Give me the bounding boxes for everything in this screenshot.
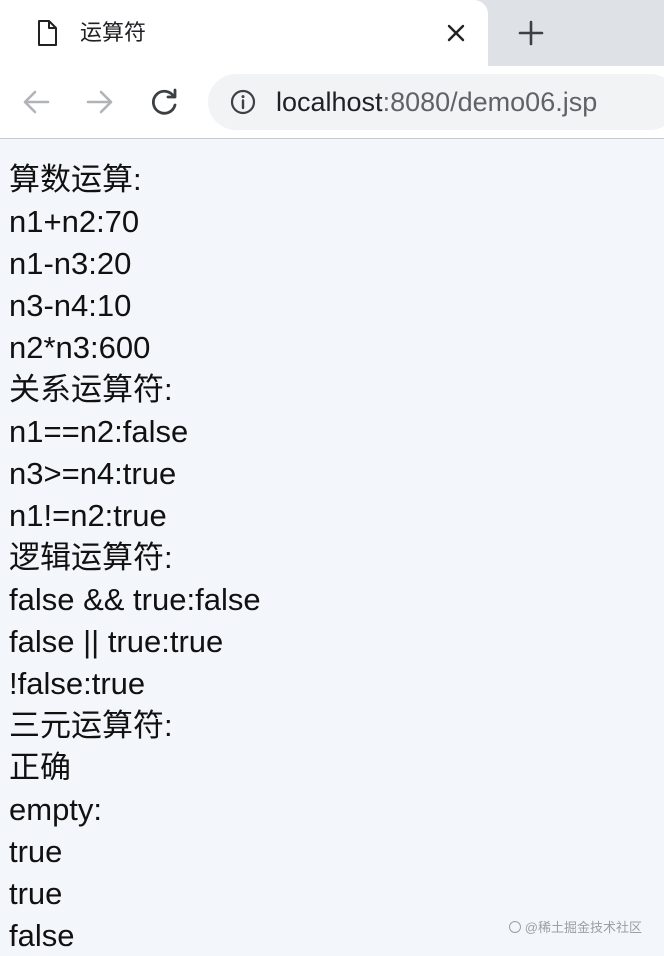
output-line: true [9, 834, 63, 869]
arrow-left-icon[interactable] [18, 84, 54, 120]
watermark: @稀土掘金技术社区 [508, 917, 642, 936]
output-line: true [9, 876, 63, 911]
output-line: n1!=n2:true [9, 498, 167, 533]
tab-active[interactable]: 运算符 [0, 0, 488, 66]
tab-title: 运算符 [80, 20, 147, 45]
plus-icon[interactable] [515, 17, 547, 49]
page-content: 算数运算: n1+n2:70 n1-n3:20 n3-n4:10 n2*n3:6… [0, 139, 664, 956]
output-line: n1==n2:false [9, 414, 189, 449]
output-line: 逻辑运算符: [9, 540, 173, 575]
reload-icon[interactable] [147, 84, 183, 120]
output-line: 三元运算符: [9, 708, 173, 743]
tab-strip: 运算符 [0, 0, 664, 66]
browser-window: 运算符 localhost:8080/demo06.jsp 算数运算: n1+n… [0, 0, 664, 956]
output-line: 算数运算: [9, 162, 142, 197]
page-icon [36, 20, 58, 46]
output-line: n3-n4:10 [9, 288, 132, 323]
output-line: !false:true [9, 666, 146, 701]
info-icon[interactable] [230, 89, 256, 115]
output-lines: 算数运算: n1+n2:70 n1-n3:20 n3-n4:10 n2*n3:6… [9, 159, 261, 956]
output-line: n2*n3:600 [9, 330, 151, 365]
output-line: n1-n3:20 [9, 246, 132, 281]
output-line: 关系运算符: [9, 372, 173, 407]
url-text[interactable]: localhost:8080/demo06.jsp [276, 86, 597, 118]
url-path: :8080/demo06.jsp [382, 87, 598, 117]
watermark-logo-icon [508, 920, 521, 933]
output-line: false [9, 918, 75, 953]
address-bar[interactable]: localhost:8080/demo06.jsp [208, 74, 664, 130]
arrow-right-icon[interactable] [82, 84, 118, 120]
close-icon[interactable] [443, 20, 469, 46]
output-line: n3>=n4:true [9, 456, 177, 491]
output-line: empty: [9, 792, 103, 827]
url-host: localhost [276, 87, 383, 117]
output-line: 正确 [9, 750, 71, 785]
output-line: n1+n2:70 [9, 204, 140, 239]
output-line: false || true:true [9, 624, 224, 659]
watermark-text: @稀土掘金技术社区 [524, 920, 642, 935]
toolbar: localhost:8080/demo06.jsp [0, 66, 664, 139]
output-line: false && true:false [9, 582, 261, 617]
